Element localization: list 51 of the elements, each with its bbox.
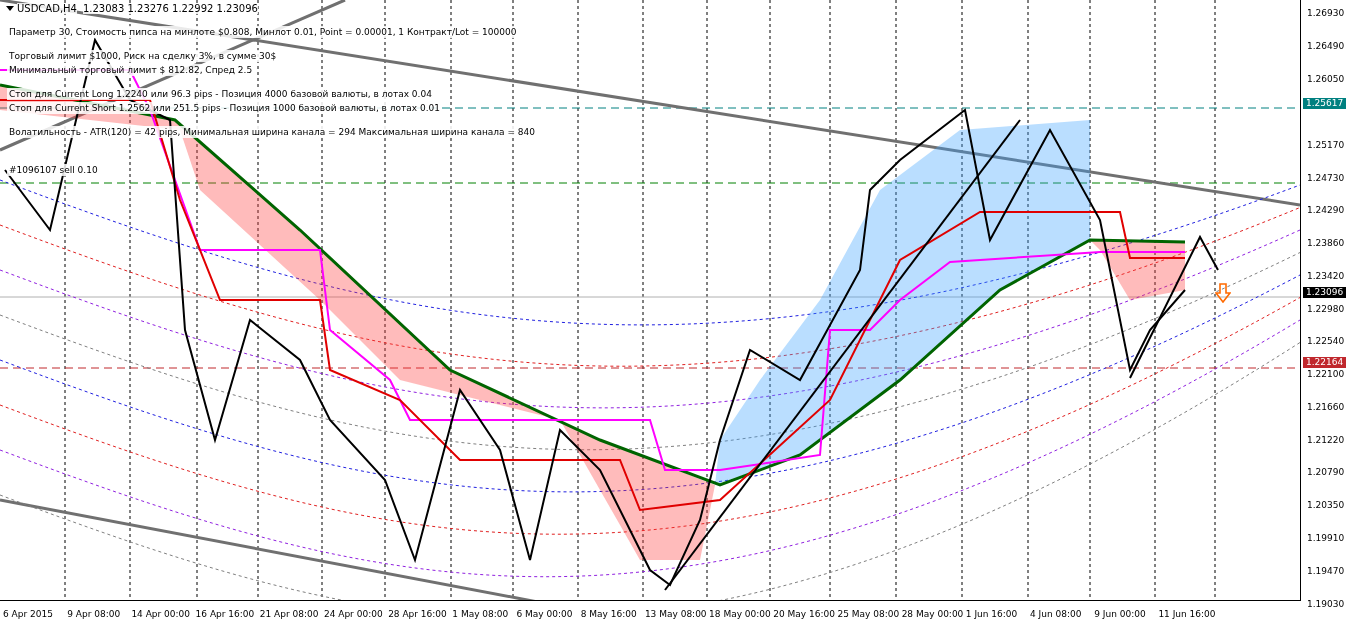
price-label: 1.26050 (1307, 73, 1345, 85)
time-label: 28 Apr 16:00 (388, 608, 448, 619)
time-label: 11 Jun 16:00 (1158, 608, 1217, 619)
time-label: 1 May 08:00 (452, 608, 510, 619)
info-text: Торговый лимит $1000, Риск на сделку 3%, в сумме 30$ (7, 50, 279, 62)
time-label: 20 May 16:00 (773, 608, 836, 619)
price-label: 1.21660 (1307, 402, 1345, 414)
price-label: 1.19470 (1307, 566, 1345, 578)
price-label: 1.19030 (1307, 599, 1345, 610)
time-label: 1 Jun 16:00 (965, 608, 1019, 619)
price-label: 1.20790 (1307, 467, 1345, 479)
time-label: 18 May 00:00 (709, 608, 772, 619)
price-label: 1.22540 (1307, 336, 1345, 348)
info-text: Стоп для Current Short 1.2562 или 251.5 pips - Позиция 1000 базовой валюты, в лотах 0.01 (7, 102, 442, 114)
time-label: 14 Apr 00:00 (131, 608, 192, 619)
order-label: #1096107 sell 0.10 (7, 164, 100, 176)
info-text: Минимальный торговый лимит $ 812.82, Спред 2.5 (7, 64, 255, 76)
price-label: 1.22980 (1307, 303, 1345, 315)
chart-symbol: USDCAD,H4 (17, 3, 77, 14)
info-text: Волатильность - ATR(120) = 42 pips, Минимальная ширина канала = 294 Максимальная ширина канала = 840 (7, 126, 537, 138)
time-label: 21 Apr 08:00 (259, 608, 320, 619)
info-text: Стоп для Current Long 1.2240 или 96.3 pips - Позиция 4000 базовой валюты, в лотах 0.04 (7, 88, 434, 100)
time-label: 16 Apr 16:00 (195, 608, 256, 619)
time-label: 24 Apr 00:00 (323, 608, 384, 619)
price-quotes: 1.23083 1.23276 1.22992 1.23096 (82, 3, 258, 14)
price-marker: 1.23096 (1303, 286, 1347, 298)
price-label: 1.25170 (1307, 139, 1345, 151)
time-label: 28 May 00:00 (901, 608, 965, 619)
price-label: 1.24730 (1307, 172, 1345, 184)
price-label: 1.21220 (1307, 435, 1345, 447)
time-label: 9 Jun 00:00 (1094, 608, 1147, 619)
time-label: 6 Apr 2015 (3, 608, 54, 619)
time-label: 4 Jun 08:00 (1030, 608, 1083, 619)
price-label: 1.22100 (1307, 369, 1345, 381)
price-label: 1.23860 (1307, 237, 1345, 249)
price-label: 1.26490 (1307, 40, 1345, 52)
time-label: 9 Apr 08:00 (67, 608, 122, 619)
price-label: 1.26930 (1307, 8, 1345, 19)
price-label: 1.23420 (1307, 270, 1345, 282)
price-label: 1.20350 (1307, 500, 1345, 512)
time-label: 8 May 16:00 (580, 608, 638, 619)
price-label: 1.19910 (1307, 533, 1345, 545)
down-arrow-icon (1215, 283, 1231, 303)
price-marker: 1.25617 (1303, 98, 1347, 110)
info-text: Параметр 30, Стоимость пипса на минлоте $0.808, Минлот 0.01, Point = 0.00001, 1 Контракт/Lot = 100000 (7, 26, 519, 38)
price-marker: 1.22164 (1303, 356, 1347, 368)
time-label: 6 May 00:00 (516, 608, 574, 619)
time-label: 25 May 08:00 (837, 608, 901, 619)
dropdown-triangle-icon[interactable] (6, 6, 14, 11)
price-label: 1.24290 (1307, 205, 1345, 217)
time-label: 13 May 08:00 (644, 608, 708, 619)
